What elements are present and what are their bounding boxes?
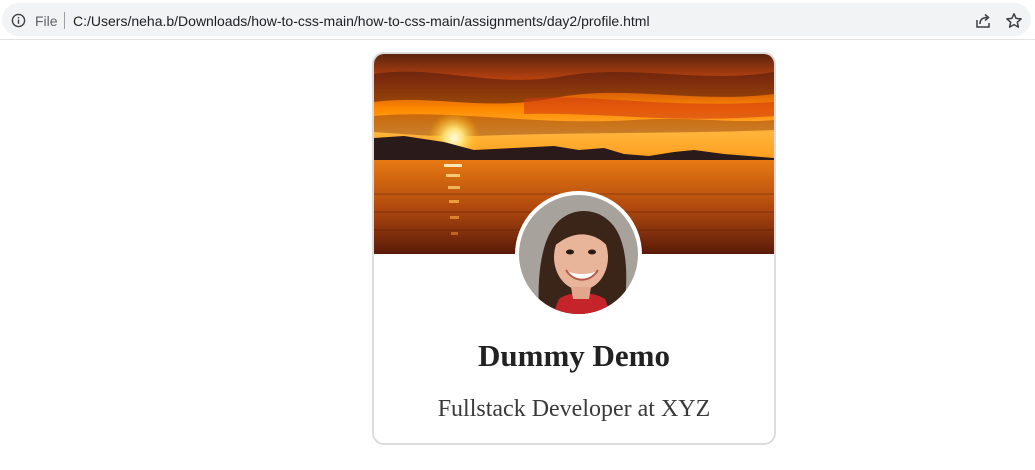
star-icon[interactable] (1005, 12, 1023, 30)
omnibox-divider (64, 12, 65, 29)
url-text[interactable]: C:/Users/neha.b/Downloads/how-to-css-mai… (73, 13, 650, 29)
avatar (515, 191, 642, 318)
scheme-label: File (35, 13, 58, 29)
avatar-image (519, 195, 638, 314)
profile-card: Dummy Demo Fullstack Developer at XYZ (372, 52, 776, 445)
profile-name: Dummy Demo (478, 338, 670, 373)
browser-address-bar: File C:/Users/neha.b/Downloads/how-to-cs… (0, 0, 1035, 40)
profile-role: Fullstack Developer at XYZ (437, 396, 711, 422)
info-icon[interactable] (11, 13, 26, 28)
share-icon[interactable] (974, 12, 992, 30)
omnibox[interactable]: File C:/Users/neha.b/Downloads/how-to-cs… (2, 3, 1031, 36)
